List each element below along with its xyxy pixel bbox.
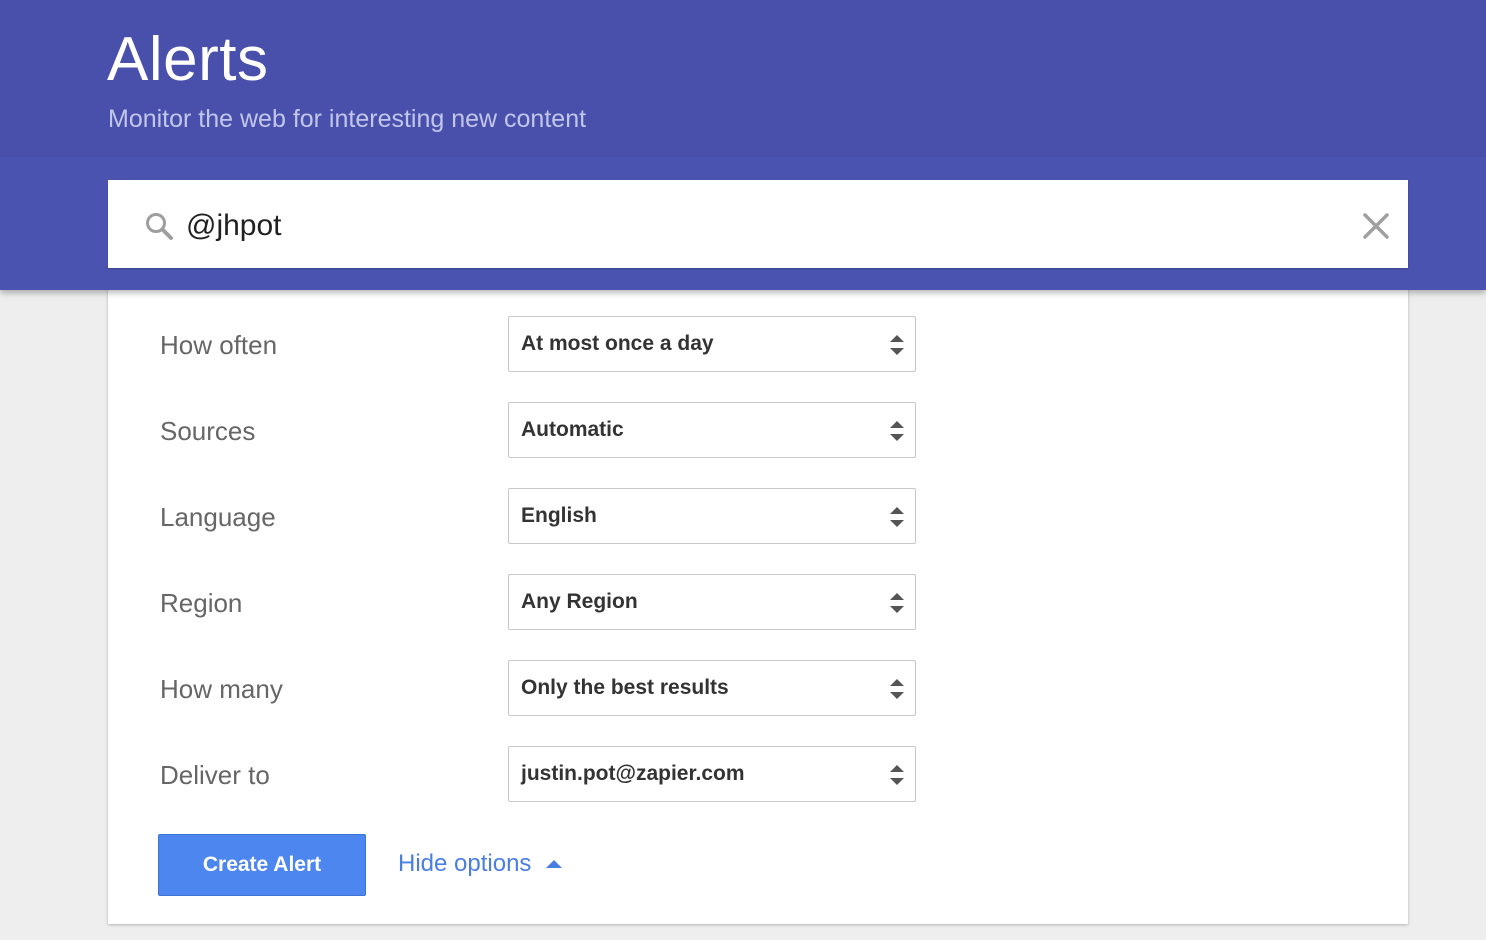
create-alert-button[interactable]: Create Alert [158,834,366,896]
page-subtitle: Monitor the web for interesting new cont… [108,105,587,133]
select-arrows-icon [890,421,904,441]
how-many-value: Only the best results [521,676,729,699]
how-many-select[interactable]: Only the best results [508,660,916,716]
sources-label: Sources [160,416,256,446]
hide-options-link[interactable]: Hide options [398,848,563,880]
deliver-to-select[interactable]: justin.pot@zapier.com [508,746,916,802]
deliver-to-value: justin.pot@zapier.com [521,762,745,785]
region-value: Any Region [521,590,638,613]
hide-options-label: Hide options [398,850,532,877]
select-arrows-icon [890,335,904,355]
deliver-to-label: Deliver to [160,760,270,790]
select-arrows-icon [890,507,904,527]
close-icon[interactable] [1360,210,1392,242]
caret-up-icon [546,860,563,868]
region-label: Region [160,588,243,618]
how-many-label: How many [160,674,283,704]
how-often-value: At most once a day [521,332,714,355]
search-input[interactable] [186,204,1326,248]
language-value: English [521,504,597,527]
language-label: Language [160,502,276,532]
how-often-select[interactable]: At most once a day [508,316,916,372]
search-icon [146,213,173,240]
sources-select[interactable]: Automatic [508,402,916,458]
sources-value: Automatic [521,418,624,441]
how-often-label: How often [160,330,278,360]
select-arrows-icon [890,593,904,613]
language-select[interactable]: English [508,488,916,544]
select-arrows-icon [890,679,904,699]
page-title: Alerts [107,25,269,94]
region-select[interactable]: Any Region [508,574,916,630]
select-arrows-icon [890,765,904,785]
